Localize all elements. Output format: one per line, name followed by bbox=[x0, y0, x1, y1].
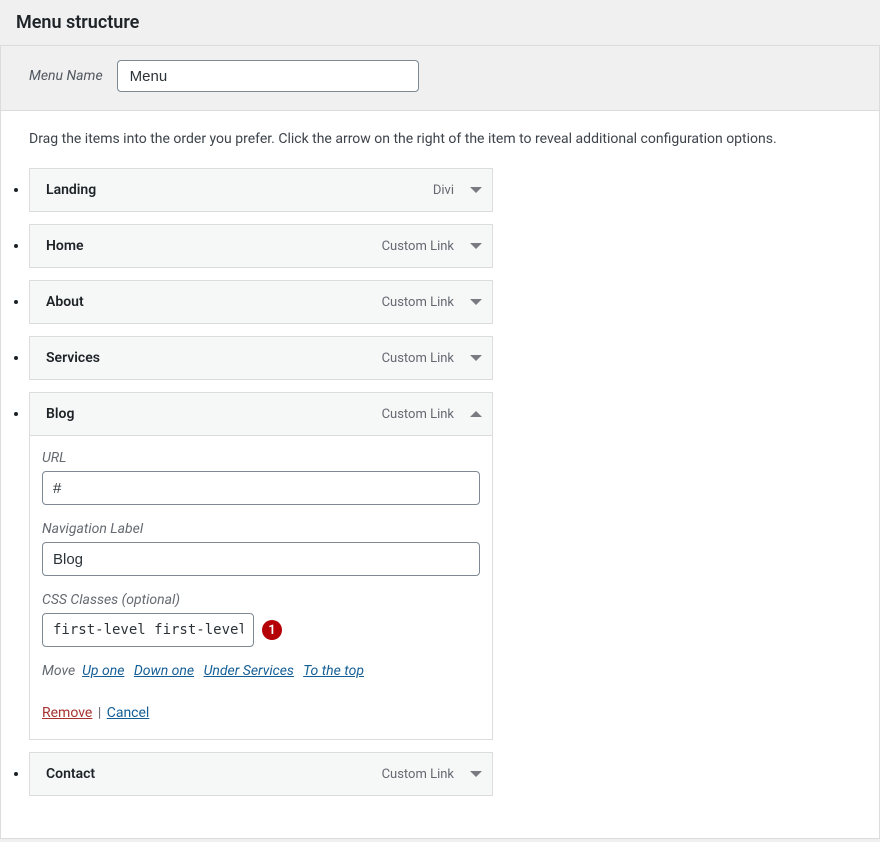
chevron-down-icon[interactable] bbox=[470, 243, 482, 249]
menu-item-settings: URL Navigation Label CSS Classes (option… bbox=[29, 436, 493, 740]
menu-item-header[interactable]: Landing Divi bbox=[29, 168, 493, 212]
chevron-down-icon[interactable] bbox=[470, 187, 482, 193]
chevron-down-icon[interactable] bbox=[470, 771, 482, 777]
css-classes-input[interactable] bbox=[42, 613, 254, 647]
menu-item-services[interactable]: Services Custom Link bbox=[29, 336, 493, 380]
move-down-one-link[interactable]: Down one bbox=[134, 663, 194, 679]
menu-item-header[interactable]: Contact Custom Link bbox=[29, 752, 493, 796]
move-to-top-link[interactable]: To the top bbox=[303, 663, 364, 679]
menu-item-title: Landing bbox=[46, 182, 433, 198]
navigation-label-input[interactable] bbox=[42, 542, 480, 576]
chevron-down-icon[interactable] bbox=[470, 299, 482, 305]
remove-link[interactable]: Remove bbox=[42, 705, 92, 721]
menu-item-type: Custom Link bbox=[382, 351, 454, 366]
move-under-services-link[interactable]: Under Services bbox=[204, 663, 294, 679]
annotation-badge: 1 bbox=[262, 620, 282, 640]
css-classes-label: CSS Classes (optional) bbox=[42, 592, 480, 608]
url-label: URL bbox=[42, 450, 480, 466]
url-input[interactable] bbox=[42, 471, 480, 505]
item-actions: Remove | Cancel bbox=[42, 705, 480, 721]
menu-item-home[interactable]: Home Custom Link bbox=[29, 224, 493, 268]
move-up-one-link[interactable]: Up one bbox=[82, 663, 124, 679]
menu-item-type: Custom Link bbox=[382, 767, 454, 782]
page-title: Menu structure bbox=[0, 0, 880, 45]
menu-item-landing[interactable]: Landing Divi bbox=[29, 168, 493, 212]
menu-editor-panel: Drag the items into the order you prefer… bbox=[0, 111, 880, 839]
menu-item-title: Home bbox=[46, 238, 382, 254]
instructions-text: Drag the items into the order you prefer… bbox=[29, 129, 851, 150]
menu-item-header[interactable]: Services Custom Link bbox=[29, 336, 493, 380]
menu-name-input[interactable] bbox=[117, 60, 419, 92]
menu-item-header[interactable]: Blog Custom Link bbox=[29, 392, 493, 436]
menu-item-header[interactable]: Home Custom Link bbox=[29, 224, 493, 268]
menu-item-type: Custom Link bbox=[382, 239, 454, 254]
menu-item-title: Blog bbox=[46, 406, 382, 422]
menu-item-contact[interactable]: Contact Custom Link bbox=[29, 752, 493, 796]
menu-item-title: About bbox=[46, 294, 382, 310]
menu-item-type: Custom Link bbox=[382, 295, 454, 310]
cancel-link[interactable]: Cancel bbox=[107, 705, 150, 721]
menu-name-label: Menu Name bbox=[29, 68, 103, 84]
chevron-down-icon[interactable] bbox=[470, 355, 482, 361]
move-controls: Move Up one Down one Under Services To t… bbox=[42, 663, 480, 679]
menu-item-about[interactable]: About Custom Link bbox=[29, 280, 493, 324]
separator: | bbox=[98, 705, 101, 721]
move-label: Move bbox=[42, 663, 75, 679]
navigation-label-label: Navigation Label bbox=[42, 521, 480, 537]
menu-item-type: Divi bbox=[433, 183, 454, 198]
menu-item-type: Custom Link bbox=[382, 407, 454, 422]
menu-item-header[interactable]: About Custom Link bbox=[29, 280, 493, 324]
menu-item-title: Contact bbox=[46, 766, 382, 782]
menu-items-list: Landing Divi Home Custom Link About Cust… bbox=[29, 168, 863, 796]
menu-name-row: Menu Name bbox=[0, 45, 880, 111]
menu-item-title: Services bbox=[46, 350, 382, 366]
chevron-up-icon[interactable] bbox=[470, 411, 482, 417]
menu-item-blog[interactable]: Blog Custom Link URL Navigation Label CS… bbox=[29, 392, 493, 740]
